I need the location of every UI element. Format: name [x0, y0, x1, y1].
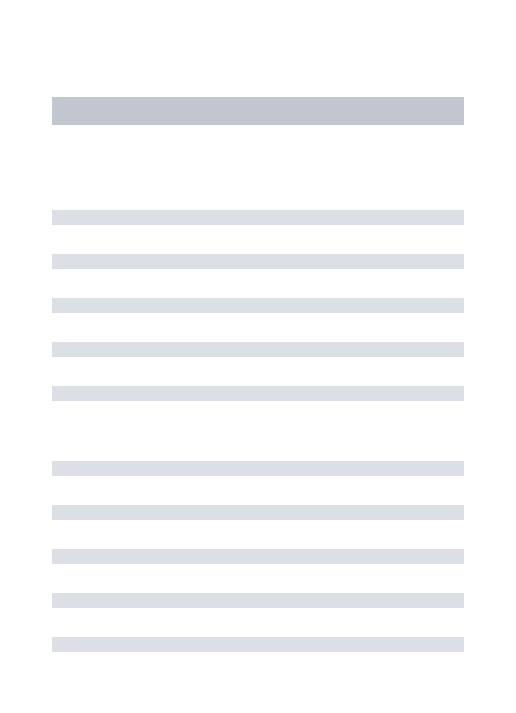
skeleton-line	[52, 254, 464, 269]
skeleton-line	[52, 210, 464, 225]
skeleton-line	[52, 342, 464, 357]
skeleton-line	[52, 593, 464, 608]
skeleton-line	[52, 549, 464, 564]
skeleton-line	[52, 386, 464, 401]
skeleton-line	[52, 461, 464, 476]
skeleton-line	[52, 298, 464, 313]
skeleton-section-2	[52, 461, 464, 652]
skeleton-section-1	[52, 210, 464, 401]
skeleton-line	[52, 505, 464, 520]
skeleton-title-bar	[52, 97, 464, 125]
skeleton-line	[52, 637, 464, 652]
